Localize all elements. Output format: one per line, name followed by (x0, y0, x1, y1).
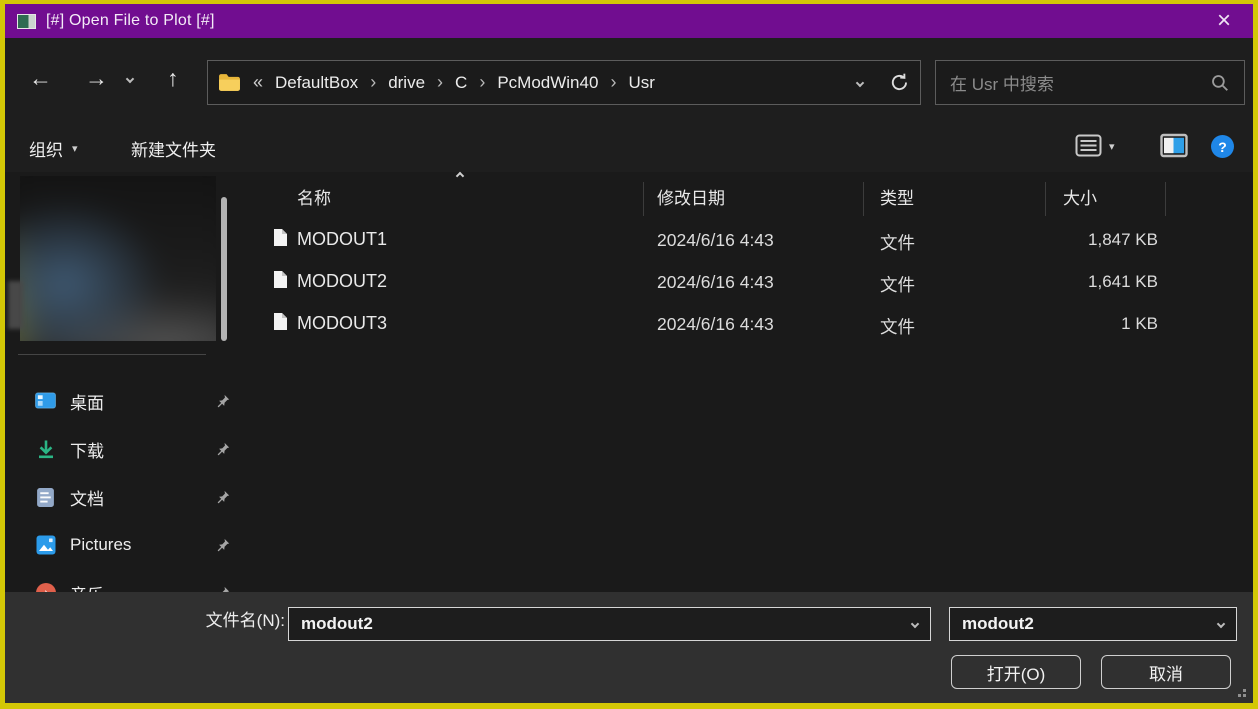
file-size: 1,641 KB (1008, 272, 1158, 292)
file-size: 1,847 KB (1008, 230, 1158, 250)
dialog-footer: 文件名(N): modout2 打开(O) 取消 (5, 592, 1253, 703)
view-dropdown-icon[interactable]: ▾ (1109, 140, 1115, 153)
file-date: 2024/6/16 4:43 (657, 272, 774, 293)
breadcrumb-separator-icon: › (437, 72, 443, 93)
downloads-icon (35, 439, 56, 460)
file-icon (273, 312, 288, 331)
preview-pane-icon (1160, 133, 1188, 158)
open-button[interactable]: 打开(O) (951, 655, 1081, 689)
file-type: 文件 (880, 230, 915, 255)
filetype-combo[interactable]: modout2 (949, 607, 1237, 641)
column-header-name[interactable]: 名称 (297, 184, 331, 209)
file-name: MODOUT1 (297, 229, 387, 250)
open-file-dialog: [#] Open File to Plot [#] × ← → ↑ « Defa… (5, 4, 1253, 703)
address-bar[interactable]: « DefaultBox › drive › C › PcModWin40 › … (207, 60, 921, 105)
address-dropdown-chevron-icon[interactable] (856, 78, 864, 86)
folder-icon (218, 73, 241, 92)
breadcrumb-item[interactable]: Usr (628, 73, 654, 93)
file-type: 文件 (880, 272, 915, 297)
desktop-icon (35, 391, 56, 412)
sidebar-item-desktop[interactable]: 桌面 (35, 379, 230, 423)
details-view-button[interactable] (1075, 134, 1102, 162)
file-type: 文件 (880, 314, 915, 339)
file-icon (273, 228, 288, 247)
breadcrumb-overflow[interactable]: « (253, 72, 263, 93)
file-name: MODOUT3 (297, 313, 387, 334)
file-size: 1 KB (1008, 314, 1158, 334)
pin-icon[interactable] (215, 394, 230, 409)
help-icon[interactable]: ? (1211, 135, 1234, 158)
sidebar-item-label: 桌面 (70, 389, 201, 414)
breadcrumb-item[interactable]: DefaultBox (275, 73, 358, 93)
sidebar-item-downloads[interactable]: 下载 (35, 427, 230, 471)
navigation-chrome: ← → ↑ « DefaultBox › drive › C › PcMo (5, 38, 1253, 172)
title-bar[interactable]: [#] Open File to Plot [#] × (5, 4, 1253, 38)
column-header-type[interactable]: 类型 (880, 184, 914, 209)
preview-pane-button[interactable] (1160, 133, 1188, 163)
filename-input[interactable] (301, 614, 912, 634)
pin-icon[interactable] (215, 442, 230, 457)
window-frame: [#] Open File to Plot [#] × ← → ↑ « Defa… (0, 0, 1258, 709)
close-icon[interactable]: × (1207, 11, 1241, 31)
pin-icon[interactable] (215, 490, 230, 505)
details-view-icon (1075, 134, 1102, 157)
pictures-icon (35, 535, 56, 556)
breadcrumb: « DefaultBox › drive › C › PcModWin40 › … (253, 72, 857, 93)
sidebar-item-documents[interactable]: 文档 (35, 475, 230, 519)
new-folder-button[interactable]: 新建文件夹 (131, 136, 216, 161)
search-placeholder: 在 Usr 中搜索 (950, 70, 1210, 95)
forward-button[interactable]: → (85, 67, 108, 90)
breadcrumb-separator-icon: › (479, 72, 485, 93)
column-header-date[interactable]: 修改日期 (657, 184, 725, 209)
filename-label: 文件名(N): (193, 606, 285, 631)
back-button[interactable]: ← (29, 67, 52, 90)
cancel-button[interactable]: 取消 (1101, 655, 1231, 689)
search-box[interactable]: 在 Usr 中搜索 (935, 60, 1245, 105)
sidebar-item-label: 文档 (70, 485, 201, 510)
sidebar-scrollbar[interactable] (221, 197, 227, 341)
sidebar-divider (18, 354, 206, 355)
new-folder-label: 新建文件夹 (131, 136, 216, 161)
column-divider[interactable] (1045, 182, 1046, 216)
window-title: [#] Open File to Plot [#] (46, 12, 215, 30)
recent-locations-chevron-icon[interactable] (126, 75, 134, 83)
file-date: 2024/6/16 4:43 (657, 314, 774, 335)
sort-ascending-icon (456, 172, 464, 180)
breadcrumb-item[interactable]: PcModWin40 (497, 73, 598, 93)
column-divider[interactable] (643, 182, 644, 216)
column-divider[interactable] (1165, 182, 1166, 216)
organize-button[interactable]: 组织 ▾ (29, 136, 78, 161)
sidebar-item-label: 下载 (70, 437, 201, 462)
column-header-size[interactable]: 大小 (1063, 184, 1097, 209)
pin-icon[interactable] (215, 538, 230, 553)
refresh-icon[interactable] (889, 72, 910, 93)
sidebar-item-label: Pictures (70, 535, 201, 555)
file-date: 2024/6/16 4:43 (657, 230, 774, 251)
chevron-down-icon[interactable] (911, 620, 919, 628)
documents-icon (35, 487, 56, 508)
app-window-icon (17, 14, 36, 29)
file-name: MODOUT2 (297, 271, 387, 292)
breadcrumb-item[interactable]: drive (388, 73, 425, 93)
breadcrumb-item[interactable]: C (455, 73, 467, 93)
organize-dropdown-icon: ▾ (72, 142, 78, 155)
sidebar-preview-thumbnail (20, 176, 216, 341)
chevron-down-icon[interactable] (1217, 620, 1225, 628)
sidebar-partial-item (8, 281, 23, 329)
filetype-value: modout2 (962, 614, 1218, 634)
sidebar-item-pictures[interactable]: Pictures (35, 523, 230, 567)
breadcrumb-separator-icon: › (610, 72, 616, 93)
up-button[interactable]: ↑ (167, 67, 179, 90)
file-icon (273, 270, 288, 289)
organize-label: 组织 (29, 136, 63, 161)
breadcrumb-separator-icon: › (370, 72, 376, 93)
column-divider[interactable] (863, 182, 864, 216)
filename-combo[interactable] (288, 607, 931, 641)
search-icon[interactable] (1210, 73, 1230, 93)
